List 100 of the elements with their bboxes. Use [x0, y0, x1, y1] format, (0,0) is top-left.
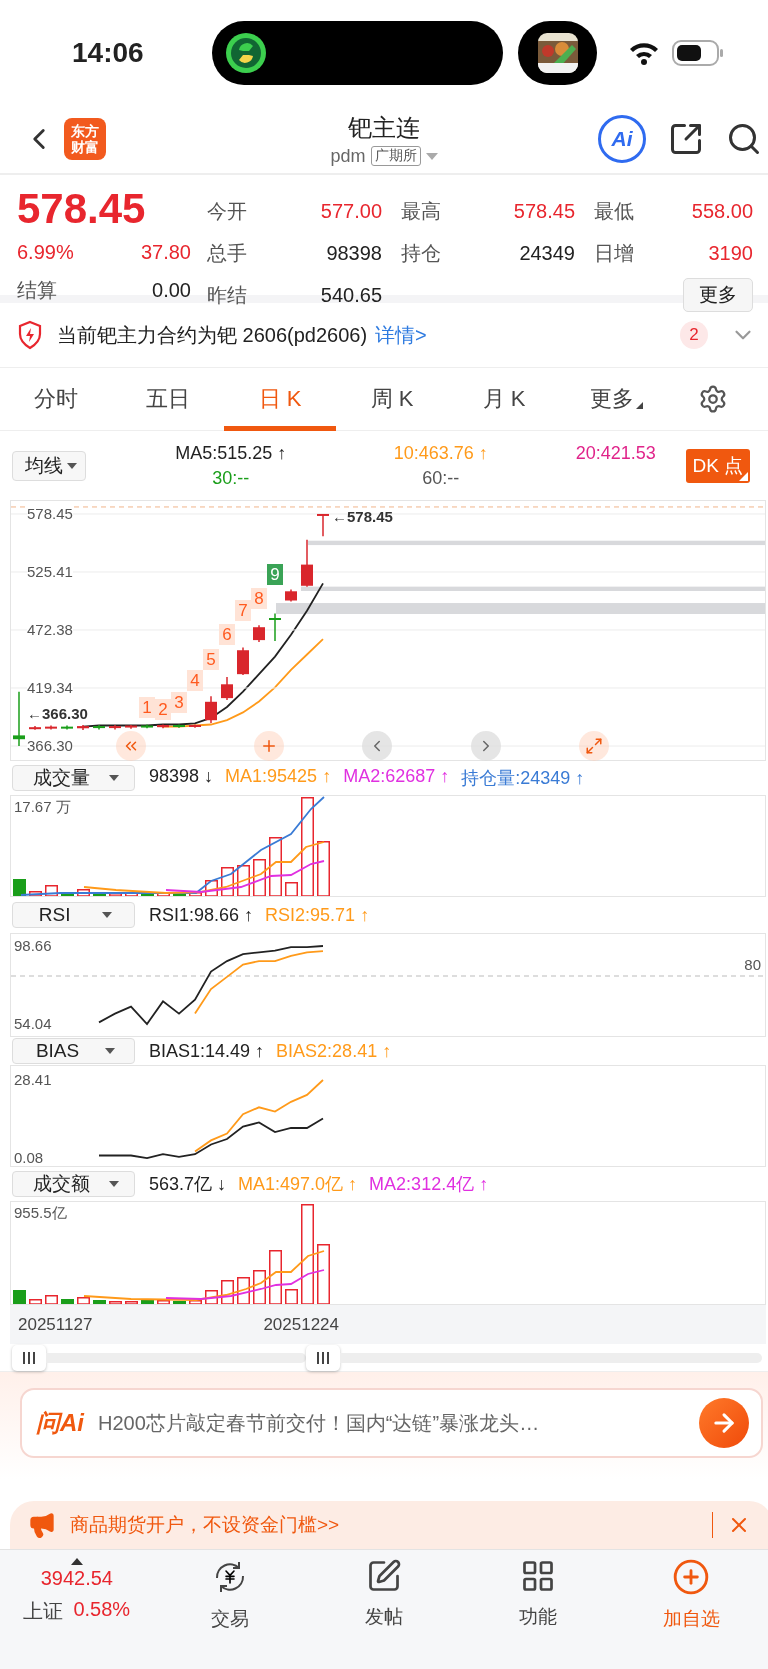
indicator-select[interactable]: BIAS: [12, 1038, 135, 1064]
date-label: 20251127: [18, 1314, 93, 1335]
share-icon[interactable]: [668, 121, 704, 157]
exchange-tag: 广期所: [370, 146, 421, 166]
indicator-select[interactable]: 均线: [12, 450, 86, 481]
range-handle[interactable]: [12, 1344, 46, 1371]
axis-label: 17.67 万: [14, 799, 71, 815]
period-tab[interactable]: 分时: [0, 367, 112, 431]
caret-icon: [105, 1048, 116, 1054]
next-button[interactable]: [471, 731, 501, 761]
last-price: 578.45: [17, 185, 147, 233]
signal-label: 7: [235, 600, 251, 621]
range-handle[interactable]: [306, 1344, 340, 1371]
ai-button[interactable]: Ai: [598, 115, 646, 163]
bar: [173, 1301, 186, 1304]
axis-label: 28.41: [14, 1072, 52, 1088]
high-price-label: ←578.45: [332, 509, 393, 525]
page-title: 钯主连: [348, 112, 420, 143]
signal-label: 6: [219, 624, 235, 645]
corner-triangle-icon: [635, 401, 643, 409]
clock: 14:06: [72, 36, 145, 69]
axis-label: 366.30: [27, 738, 73, 754]
indicator-select[interactable]: RSI: [12, 902, 135, 928]
notice-text: 当前钯主力合约为钯 2606(pd2606): [57, 322, 368, 348]
legend-value: RSI1:98.66 ↑: [149, 904, 254, 926]
signal-label: 8: [251, 588, 267, 609]
legend-value: 20:421.53: [574, 442, 657, 464]
nav-item[interactable]: 交易: [153, 1558, 308, 1638]
grip-icon: [22, 1351, 36, 1364]
signal-label: 9: [267, 564, 283, 585]
bar: [93, 1300, 106, 1304]
go-button[interactable]: [699, 1398, 749, 1448]
bar: [61, 1299, 74, 1304]
rewind-button[interactable]: [116, 731, 146, 761]
period-tab[interactable]: 五日: [112, 367, 224, 431]
field-label: 昨结: [207, 282, 247, 308]
field-value: 0.00: [151, 278, 191, 302]
legend-value: 10:463.76 ↑: [392, 442, 489, 464]
field-label: 最高: [401, 198, 441, 224]
field-value: 540.65: [320, 283, 382, 307]
field-value: 24349: [519, 241, 575, 265]
grip-icon: [316, 1351, 330, 1364]
period-tab[interactable]: 更多: [560, 367, 672, 431]
change-value: 37.80: [140, 240, 191, 264]
bar: [13, 879, 26, 896]
legend-value: BIAS2:28.41 ↑: [276, 1040, 392, 1062]
shield-icon: [17, 320, 43, 350]
signal-label: 3: [171, 692, 187, 713]
caret-icon: [66, 462, 77, 469]
field-label: 总手: [207, 240, 247, 266]
add-button[interactable]: [254, 731, 284, 761]
field-label: 日增: [594, 240, 634, 266]
app-icon: [225, 31, 267, 74]
contract-code: pdm: [330, 145, 366, 167]
bar: [13, 1290, 26, 1304]
more-button[interactable]: 更多: [683, 278, 753, 312]
field-value: 577.00: [320, 199, 382, 223]
indicator-select[interactable]: 成交量: [12, 765, 135, 791]
signal-label: 2: [155, 699, 171, 720]
field-value: 3190: [708, 241, 753, 265]
axis-label: 955.5亿: [14, 1205, 67, 1221]
edit-icon: [366, 1558, 402, 1594]
bar: [141, 893, 154, 896]
axis-label: 80: [744, 957, 761, 973]
period-tab[interactable]: 月 K: [448, 367, 560, 431]
legend-value: BIAS1:14.49 ↑: [149, 1040, 265, 1062]
field-value: 558.00: [691, 199, 753, 223]
index-value: 3942.54: [40, 1567, 113, 1590]
low-price-label: ←366.30: [27, 706, 88, 722]
expand-button[interactable]: [579, 731, 609, 761]
megaphone-icon: [28, 1511, 56, 1539]
nav-item[interactable]: 发帖: [307, 1558, 461, 1638]
legend-value: 563.7亿 ↓: [149, 1173, 227, 1196]
legend-value: MA5:515.25 ↑: [174, 442, 288, 464]
legend-value: MA2:312.4亿 ↑: [369, 1173, 489, 1196]
settings-icon[interactable]: [698, 384, 728, 414]
caret-icon: [108, 1181, 119, 1187]
wifi-icon: [628, 40, 660, 65]
caret-icon: [108, 775, 119, 781]
legend-value: 98398 ↓: [149, 766, 214, 788]
index-change: 0.58%: [73, 1598, 131, 1622]
field-label: 最低: [594, 198, 634, 224]
ad-text: 商品期货开户，不设资金门槛>>: [70, 1513, 340, 1537]
legend-value: 60:--: [421, 467, 461, 489]
field-label: 结算: [17, 277, 58, 303]
field-label: 今开: [207, 198, 247, 224]
previous-button[interactable]: [362, 731, 392, 761]
legend-value: MA1:95425 ↑: [225, 766, 332, 788]
caret-icon: [102, 912, 113, 918]
battery-icon: [672, 39, 724, 66]
signal-label: 4: [187, 670, 203, 691]
nav-item[interactable]: 功能: [460, 1558, 615, 1638]
add-icon: [672, 1558, 711, 1596]
details-link[interactable]: 详情>: [375, 321, 427, 349]
field-value: 98398: [326, 241, 382, 265]
ai-logo: 问Ai: [36, 1408, 84, 1438]
index-name: 上证: [23, 1599, 64, 1624]
period-tab[interactable]: 周 K: [336, 367, 448, 431]
indicator-select[interactable]: 成交额: [12, 1171, 135, 1197]
search-icon[interactable]: [726, 121, 762, 157]
